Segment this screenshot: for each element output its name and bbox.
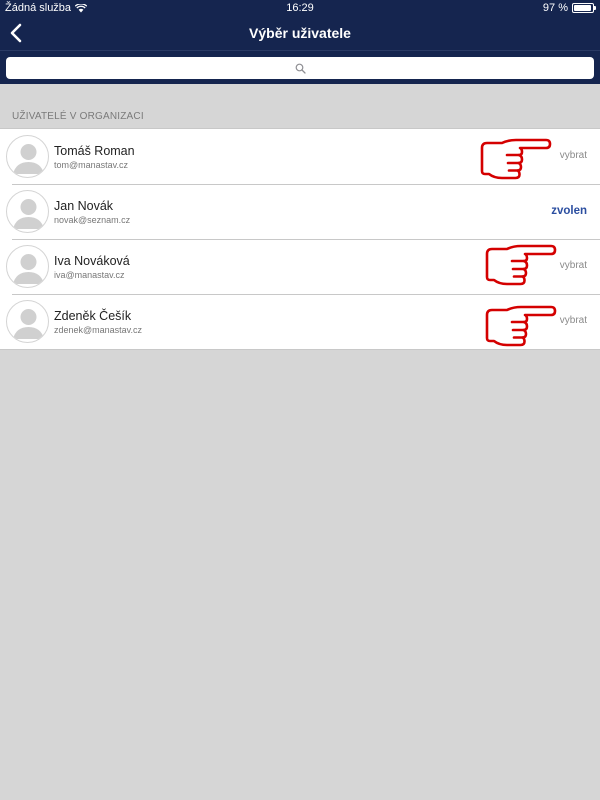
- battery-fill: [574, 5, 592, 11]
- select-button[interactable]: vybrat: [560, 315, 587, 326]
- user-placeholder-icon: [13, 254, 44, 284]
- pointing-hand-annotation: [485, 244, 557, 286]
- select-button[interactable]: vybrat: [560, 150, 587, 161]
- user-placeholder-icon: [13, 144, 44, 174]
- pointing-hand-annotation: [485, 305, 557, 347]
- status-right: 97 %: [542, 2, 596, 14]
- page-title: Výběr uživatele: [249, 25, 351, 41]
- user-email: novak@seznam.cz: [54, 215, 131, 225]
- avatar: [6, 190, 49, 233]
- user-name: Jan Novák: [54, 199, 114, 213]
- select-button[interactable]: vybrat: [560, 260, 587, 271]
- user-name: Iva Nováková: [54, 254, 130, 268]
- section-header: UŽIVATELÉ V ORGANIZACI: [12, 111, 144, 122]
- avatar: [6, 245, 49, 288]
- avatar: [6, 300, 49, 343]
- pointing-hand-annotation: [480, 138, 552, 180]
- status-bar: Žádná služba 16:29 97 %: [0, 0, 600, 17]
- nav-bar: Výběr uživatele: [0, 17, 600, 50]
- user-placeholder-icon: [13, 199, 44, 229]
- user-email: tom@manastav.cz: [54, 160, 128, 170]
- search-bar: [0, 50, 600, 84]
- selected-label: zvolen: [551, 205, 587, 217]
- status-time: 16:29: [286, 2, 314, 14]
- user-placeholder-icon: [13, 309, 44, 339]
- user-row[interactable]: Jan Novák novak@seznam.cz zvolen: [0, 184, 600, 239]
- user-name: Tomáš Roman: [54, 144, 135, 158]
- search-input[interactable]: [6, 57, 594, 79]
- battery-icon: [572, 3, 596, 13]
- search-icon: [295, 63, 306, 74]
- user-email: zdenek@manastav.cz: [54, 325, 143, 335]
- avatar: [6, 135, 49, 178]
- user-email: iva@manastav.cz: [54, 270, 125, 280]
- battery-label: 97 %: [542, 2, 568, 14]
- user-name: Zdeněk Češík: [54, 309, 132, 323]
